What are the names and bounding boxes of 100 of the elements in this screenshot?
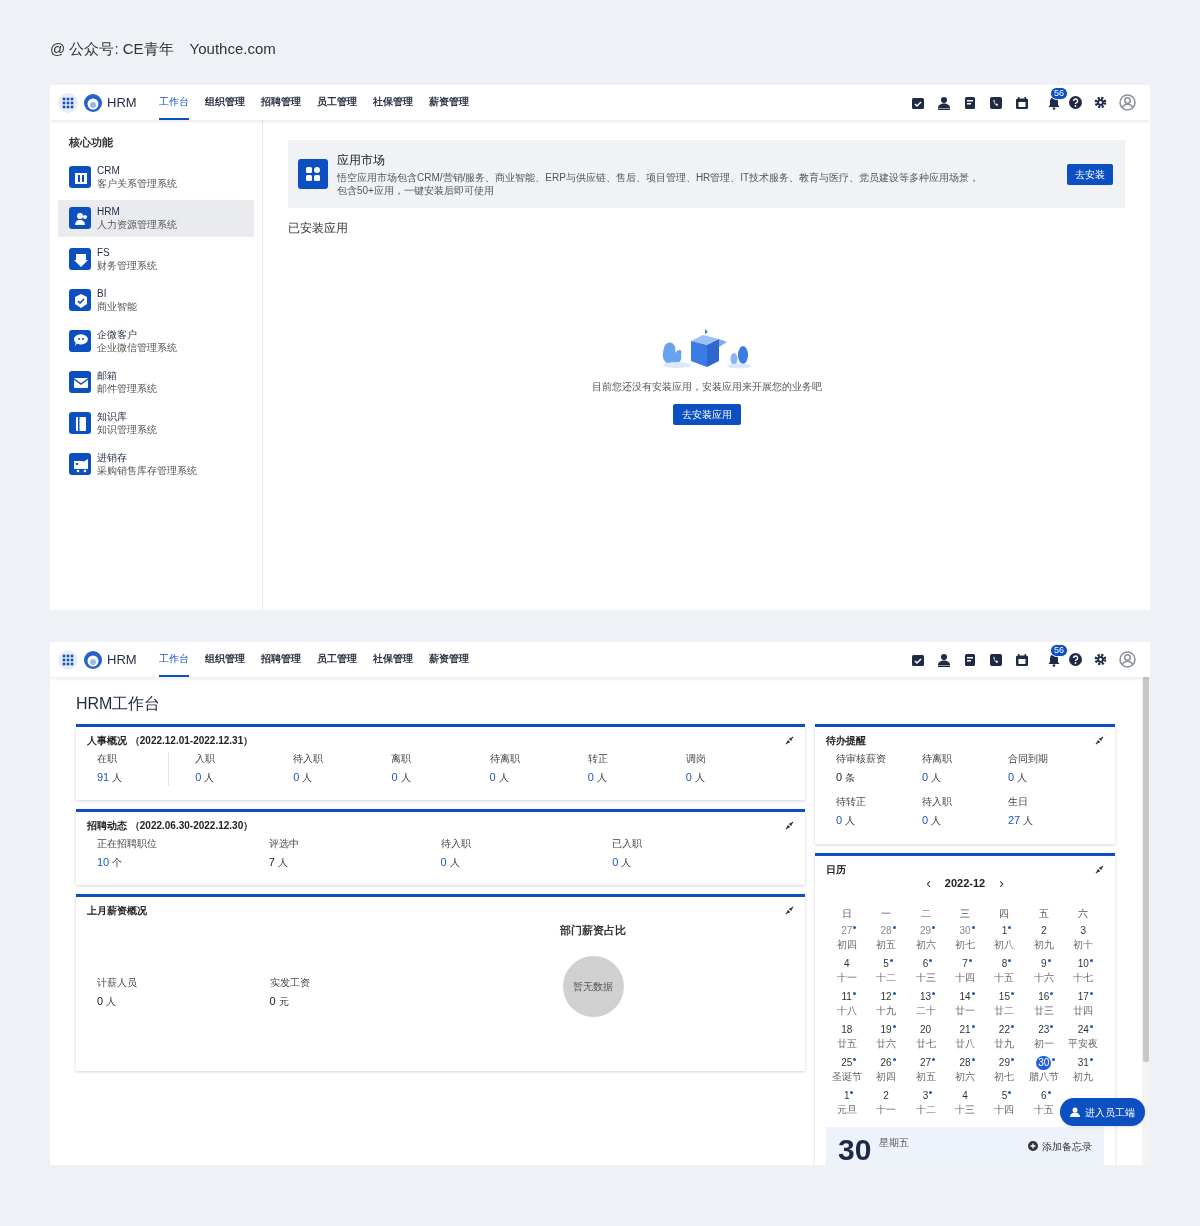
- lunar-date: 十二: [876, 970, 897, 984]
- stat-label: 调岗: [685, 752, 707, 766]
- calendar-day[interactable]: 27 初五: [915, 1054, 936, 1088]
- nav-tab[interactable]: 员工管理: [316, 85, 357, 120]
- nav-tab[interactable]: 工作台: [158, 642, 189, 677]
- document-icon[interactable]: [963, 652, 977, 667]
- nav-tab[interactable]: 薪资管理: [428, 85, 469, 120]
- calendar-day[interactable]: 4 十一: [836, 955, 857, 989]
- calendar-day[interactable]: 1 初八: [994, 922, 1015, 956]
- collapse-icon[interactable]: [785, 906, 794, 915]
- employee-portal-button[interactable]: 进入员工端: [1060, 1098, 1145, 1126]
- sidebar-item[interactable]: 企微客户 企业微信管理系统: [58, 322, 254, 360]
- lunar-date: 十三: [915, 970, 936, 984]
- nav-tab[interactable]: 组织管理: [204, 85, 245, 120]
- add-memo-button[interactable]: 添加备忘录: [1028, 1138, 1092, 1154]
- collapse-icon[interactable]: [1095, 736, 1104, 745]
- nav-tab[interactable]: 薪资管理: [428, 642, 469, 677]
- day-number: 2: [883, 1088, 889, 1103]
- calendar-day[interactable]: 14 廿一: [955, 988, 975, 1022]
- phone-icon[interactable]: [989, 95, 1003, 110]
- sidebar-item[interactable]: 邮箱 邮件管理系统: [58, 363, 254, 401]
- calendar-check-icon[interactable]: [911, 95, 925, 110]
- scrollbar-thumb[interactable]: [1143, 677, 1149, 1062]
- calendar-day[interactable]: 10 十七: [1073, 955, 1094, 989]
- calendar-day[interactable]: 31 初九: [1073, 1054, 1094, 1088]
- calendar-day[interactable]: 3 初十: [1073, 922, 1094, 956]
- collapse-icon[interactable]: [785, 736, 794, 745]
- calendar-day[interactable]: 30 腊八节: [1028, 1054, 1059, 1088]
- calendar-day[interactable]: 30 初七: [955, 922, 975, 956]
- calendar-day[interactable]: 5 十二: [876, 955, 897, 989]
- calendar-icon[interactable]: [1015, 95, 1029, 110]
- calendar-day[interactable]: 22 廿九: [994, 1021, 1015, 1055]
- nav-tab[interactable]: 工作台: [158, 85, 189, 120]
- apps-grid-icon[interactable]: [58, 92, 78, 113]
- calendar-day[interactable]: 13 二十: [915, 988, 936, 1022]
- calendar-check-icon[interactable]: [911, 652, 925, 667]
- next-month-button[interactable]: ›: [999, 876, 1004, 891]
- calendar-day[interactable]: 25 圣诞节: [831, 1054, 862, 1088]
- apps-grid-icon[interactable]: [58, 649, 78, 670]
- sidebar-item[interactable]: 知识库 知识管理系统: [58, 404, 254, 442]
- calendar-day[interactable]: 6 十五: [1033, 1087, 1054, 1121]
- calendar-day[interactable]: 29 初六: [915, 922, 936, 956]
- avatar-icon[interactable]: [1119, 94, 1136, 111]
- calendar-day[interactable]: 11 十八: [836, 988, 857, 1022]
- collapse-icon[interactable]: [785, 821, 794, 830]
- install-button[interactable]: 去安装: [1067, 163, 1113, 185]
- nav-tab[interactable]: 社保管理: [372, 85, 413, 120]
- calendar-day[interactable]: 8 十五: [994, 955, 1015, 989]
- calendar-day[interactable]: 17 廿四: [1073, 988, 1094, 1022]
- calendar-day[interactable]: 15 廿二: [994, 988, 1015, 1022]
- calendar-day[interactable]: 3 十二: [915, 1087, 936, 1121]
- person-icon[interactable]: [937, 95, 951, 110]
- calendar-day[interactable]: 28 初六: [955, 1054, 975, 1088]
- calendar-day[interactable]: 29 初七: [994, 1054, 1015, 1088]
- document-icon[interactable]: [963, 95, 977, 110]
- sidebar-item[interactable]: FS 财务管理系统: [58, 240, 254, 278]
- calendar-icon[interactable]: [1015, 652, 1029, 667]
- collapse-icon[interactable]: [1095, 865, 1104, 874]
- sidebar-item[interactable]: 进销存 采购销售库存管理系统: [58, 445, 254, 483]
- nav-tab[interactable]: 组织管理: [204, 642, 245, 677]
- sidebar-item[interactable]: CRM 客户关系管理系统: [58, 158, 254, 196]
- calendar-day[interactable]: 6 十三: [915, 955, 936, 989]
- calendar-day[interactable]: 20 廿七: [915, 1021, 936, 1055]
- calendar-day[interactable]: 2 十一: [876, 1087, 897, 1121]
- calendar-day[interactable]: 4 十三: [955, 1087, 975, 1121]
- sidebar-item[interactable]: HRM 人力资源管理系统: [58, 199, 254, 237]
- calendar-day[interactable]: 1 元旦: [836, 1087, 857, 1121]
- calendar-day[interactable]: 23 初一: [1033, 1021, 1054, 1055]
- calendar-day[interactable]: 9 十六: [1033, 955, 1054, 989]
- settings-icon[interactable]: [1094, 96, 1107, 109]
- calendar-day[interactable]: 27 初四: [836, 922, 857, 956]
- nav-tab[interactable]: 社保管理: [372, 642, 413, 677]
- calendar-day[interactable]: 26 初四: [876, 1054, 897, 1088]
- calendar-day[interactable]: 18 廿五: [836, 1021, 857, 1055]
- stat-unit: 人: [106, 995, 117, 1009]
- help-icon[interactable]: [1069, 96, 1082, 109]
- calendar-day[interactable]: 28 初五: [876, 922, 897, 956]
- calendar-day[interactable]: 5 十四: [994, 1087, 1015, 1121]
- lunar-date: 初四: [876, 1069, 897, 1083]
- person-icon[interactable]: [937, 652, 951, 667]
- calendar-day[interactable]: 7 十四: [955, 955, 975, 989]
- avatar-icon[interactable]: [1119, 651, 1136, 668]
- stat-label: 正在招聘职位: [97, 837, 158, 851]
- stat-label: 待转正: [836, 794, 867, 809]
- calendar-day[interactable]: 19 廿六: [876, 1021, 897, 1055]
- nav-tab[interactable]: 员工管理: [316, 642, 357, 677]
- previous-month-button[interactable]: ‹: [926, 876, 931, 891]
- phone-icon[interactable]: [989, 652, 1003, 667]
- calendar-day[interactable]: 24 平安夜: [1068, 1021, 1099, 1055]
- day-number: 11: [841, 989, 852, 1004]
- calendar-day[interactable]: 2 初九: [1033, 922, 1054, 956]
- install-apps-button[interactable]: 去安装应用: [672, 404, 741, 425]
- calendar-day[interactable]: 12 十九: [876, 988, 897, 1022]
- calendar-day[interactable]: 16 廿三: [1033, 988, 1054, 1022]
- sidebar-item[interactable]: BI 商业智能: [58, 281, 254, 319]
- nav-tab[interactable]: 招聘管理: [260, 642, 301, 677]
- calendar-day[interactable]: 21 廿八: [955, 1021, 975, 1055]
- help-icon[interactable]: [1069, 653, 1082, 666]
- settings-icon[interactable]: [1094, 653, 1107, 666]
- nav-tab[interactable]: 招聘管理: [260, 85, 301, 120]
